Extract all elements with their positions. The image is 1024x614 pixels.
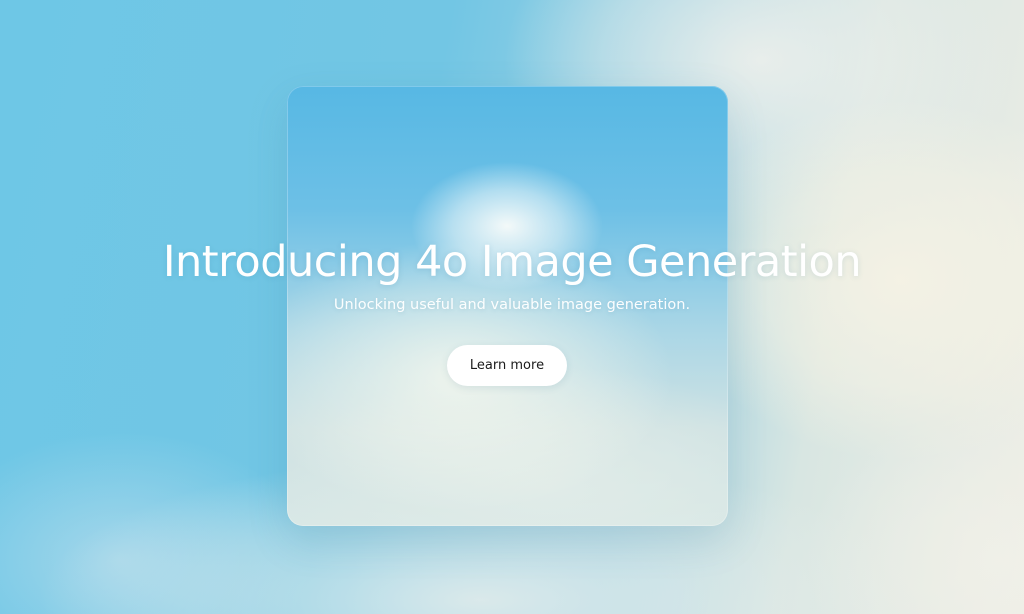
hero-title: Introducing 4o Image Generation	[162, 237, 862, 287]
hero-subtitle: Unlocking useful and valuable image gene…	[333, 297, 691, 313]
hero-banner: Introducing 4o Image Generation Unlockin…	[0, 0, 1024, 614]
learn-more-button[interactable]: Learn more	[447, 345, 567, 386]
